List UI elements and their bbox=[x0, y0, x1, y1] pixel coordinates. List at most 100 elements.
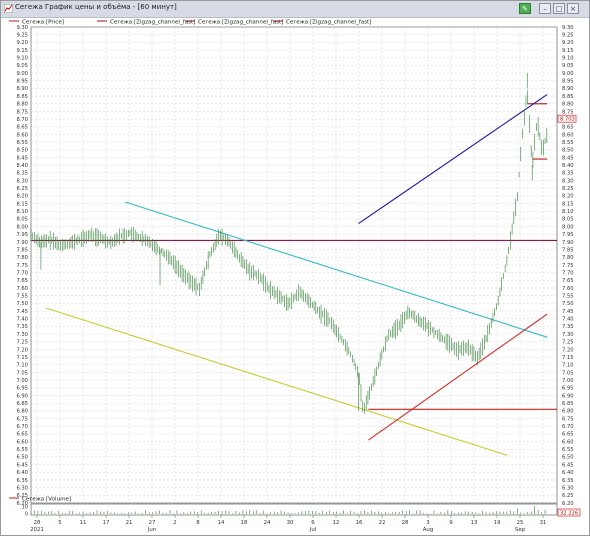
y-tick-label: 9.20 bbox=[562, 40, 574, 46]
y-tick-label: 6.35 bbox=[562, 478, 574, 484]
y-tick-label: 7.20 bbox=[562, 347, 574, 353]
y-tick-label: 6.80 bbox=[16, 409, 28, 415]
y-tick-label: 7.50 bbox=[562, 301, 574, 307]
minimize-button[interactable]: – bbox=[539, 3, 551, 14]
y-tick-label: 8.60 bbox=[16, 132, 28, 138]
window-title: Сегежа График цены и объёма - [60 минут] bbox=[15, 3, 177, 11]
x-tick-label: 8 bbox=[196, 520, 200, 526]
x-month-label: Sep bbox=[515, 527, 526, 533]
y-tick-label: 8.00 bbox=[16, 224, 28, 230]
y-tick-label: 7.80 bbox=[16, 255, 28, 261]
y-tick-label: 6.45 bbox=[562, 462, 574, 468]
x-month-label: Jul bbox=[309, 527, 317, 533]
legend-label: Сегежа [Zigzag_channel_fast] bbox=[198, 20, 283, 26]
x-tick-label: 12 bbox=[333, 520, 340, 526]
y-tick-label: 9.30 bbox=[562, 25, 574, 31]
x-tick-label: 9 bbox=[449, 520, 453, 526]
title-bar[interactable]: Сегежа График цены и объёма - [60 минут]… bbox=[1, 1, 589, 18]
y-tick-label: 8.30 bbox=[562, 178, 574, 184]
maximize-button[interactable]: □ bbox=[553, 3, 565, 14]
x-tick-label: 19 bbox=[494, 520, 501, 526]
y-tick-label: 7.05 bbox=[16, 370, 28, 376]
x-tick-label: 16 bbox=[356, 520, 363, 526]
y-tick-label: 6.55 bbox=[562, 447, 574, 453]
x-tick-label: 28 bbox=[34, 520, 41, 526]
price-plot-frame bbox=[30, 26, 558, 504]
y-tick-label: 7.35 bbox=[562, 324, 574, 330]
close-button[interactable]: × bbox=[567, 3, 579, 14]
y-tick-label: 8.80 bbox=[562, 102, 574, 108]
y-tick-label: 8.75 bbox=[562, 109, 574, 115]
y-tick-label: 6.40 bbox=[562, 470, 574, 476]
y-tick-label: 7.25 bbox=[16, 340, 28, 346]
volume-tick-label: 0 bbox=[25, 512, 28, 518]
y-tick-label: 9.00 bbox=[562, 71, 574, 77]
chart-window: Сегежа График цены и объёма - [60 минут]… bbox=[0, 0, 590, 536]
x-tick-label: 24 bbox=[264, 520, 271, 526]
y-tick-label: 7.10 bbox=[562, 363, 574, 369]
x-tick-label: 14 bbox=[218, 520, 225, 526]
y-tick-label: 8.80 bbox=[16, 102, 28, 108]
y-tick-label: 8.60 bbox=[562, 132, 574, 138]
y-tick-label: 8.95 bbox=[16, 79, 28, 85]
y-tick-label: 6.50 bbox=[562, 455, 574, 461]
y-tick-label: 7.90 bbox=[562, 240, 574, 246]
y-tick-label: 6.80 bbox=[562, 409, 574, 415]
y-tick-label: 6.40 bbox=[16, 470, 28, 476]
x-tick-label: 17 bbox=[103, 520, 110, 526]
y-tick-label: 9.15 bbox=[562, 48, 574, 54]
y-tick-label: 6.70 bbox=[562, 424, 574, 430]
y-tick-label: 7.80 bbox=[562, 255, 574, 261]
y-tick-label: 6.60 bbox=[562, 439, 574, 445]
y-tick-label: 8.20 bbox=[16, 194, 28, 200]
y-tick-label: 8.40 bbox=[16, 163, 28, 169]
y-tick-label: 6.90 bbox=[562, 393, 574, 399]
y-tick-label: 7.05 bbox=[562, 370, 574, 376]
x-axis: 28 5 11 17 21 27 2 8 14 18 24 30 6 12 16 22 28 3 9 13 19 25 31… bbox=[30, 515, 546, 533]
y-tick-label: 9.25 bbox=[16, 32, 28, 38]
y-tick-label: 9.20 bbox=[16, 40, 28, 46]
y-axis-left: 6.206.256.306.356.406.456.506.556.606.65… bbox=[16, 25, 28, 507]
price-badge-value: 8.703 bbox=[560, 116, 575, 122]
y-tick-label: 7.30 bbox=[562, 332, 574, 338]
y-tick-label: 6.95 bbox=[562, 386, 574, 392]
y-axis-right: 6.20 6.25 6.306.35 6.40 6.456.50 6.55 6.606.65… bbox=[562, 25, 574, 507]
y-tick-label: 6.20 bbox=[562, 501, 574, 507]
y-tick-label: 7.65 bbox=[562, 278, 574, 284]
price-chart[interactable]: Сегежа [Price] Сегежа [Zigzag_channel_fas… bbox=[1, 17, 589, 535]
x-month-label: Jun bbox=[147, 527, 156, 533]
y-tick-label: 8.50 bbox=[16, 148, 28, 154]
y-tick-label: 7.00 bbox=[16, 378, 28, 384]
x-tick-label: 6 bbox=[311, 520, 315, 526]
y-tick-label: 7.40 bbox=[562, 317, 574, 323]
y-tick-label: 7.00 bbox=[562, 378, 574, 384]
y-tick-label: 8.05 bbox=[16, 217, 28, 223]
y-tick-label: 7.35 bbox=[16, 324, 28, 330]
y-tick-label: 7.90 bbox=[16, 240, 28, 246]
y-tick-label: 8.95 bbox=[562, 79, 574, 85]
y-tick-label: 9.10 bbox=[16, 56, 28, 62]
y-tick-label: 9.30 bbox=[16, 25, 28, 31]
y-tick-label: 7.60 bbox=[16, 286, 28, 292]
volume-tick-label: 10 bbox=[22, 505, 28, 511]
connect-icon[interactable]: ✎ bbox=[519, 3, 531, 14]
y-tick-label: 7.15 bbox=[562, 355, 574, 361]
y-tick-label: 8.55 bbox=[16, 140, 28, 146]
y-tick-label: 7.65 bbox=[16, 278, 28, 284]
x-tick-label: 18 bbox=[241, 520, 248, 526]
volume-legend-label: Сегежа [Volume] bbox=[22, 497, 71, 503]
y-tick-label: 7.85 bbox=[562, 247, 574, 253]
y-tick-label: 9.00 bbox=[16, 71, 28, 77]
y-tick-label: 8.15 bbox=[16, 201, 28, 207]
y-tick-label: 7.10 bbox=[16, 363, 28, 369]
y-tick-label: 6.30 bbox=[562, 485, 574, 491]
chart-app-icon bbox=[4, 4, 13, 13]
y-tick-label: 8.25 bbox=[16, 186, 28, 192]
y-tick-label: 6.90 bbox=[16, 393, 28, 399]
y-tick-label: 9.15 bbox=[16, 48, 28, 54]
y-tick-label: 8.65 bbox=[16, 125, 28, 131]
y-tick-label: 8.35 bbox=[562, 171, 574, 177]
y-tick-label: 6.60 bbox=[16, 439, 28, 445]
x-tick-label: 28 bbox=[402, 520, 409, 526]
y-tick-label: 8.85 bbox=[16, 94, 28, 100]
